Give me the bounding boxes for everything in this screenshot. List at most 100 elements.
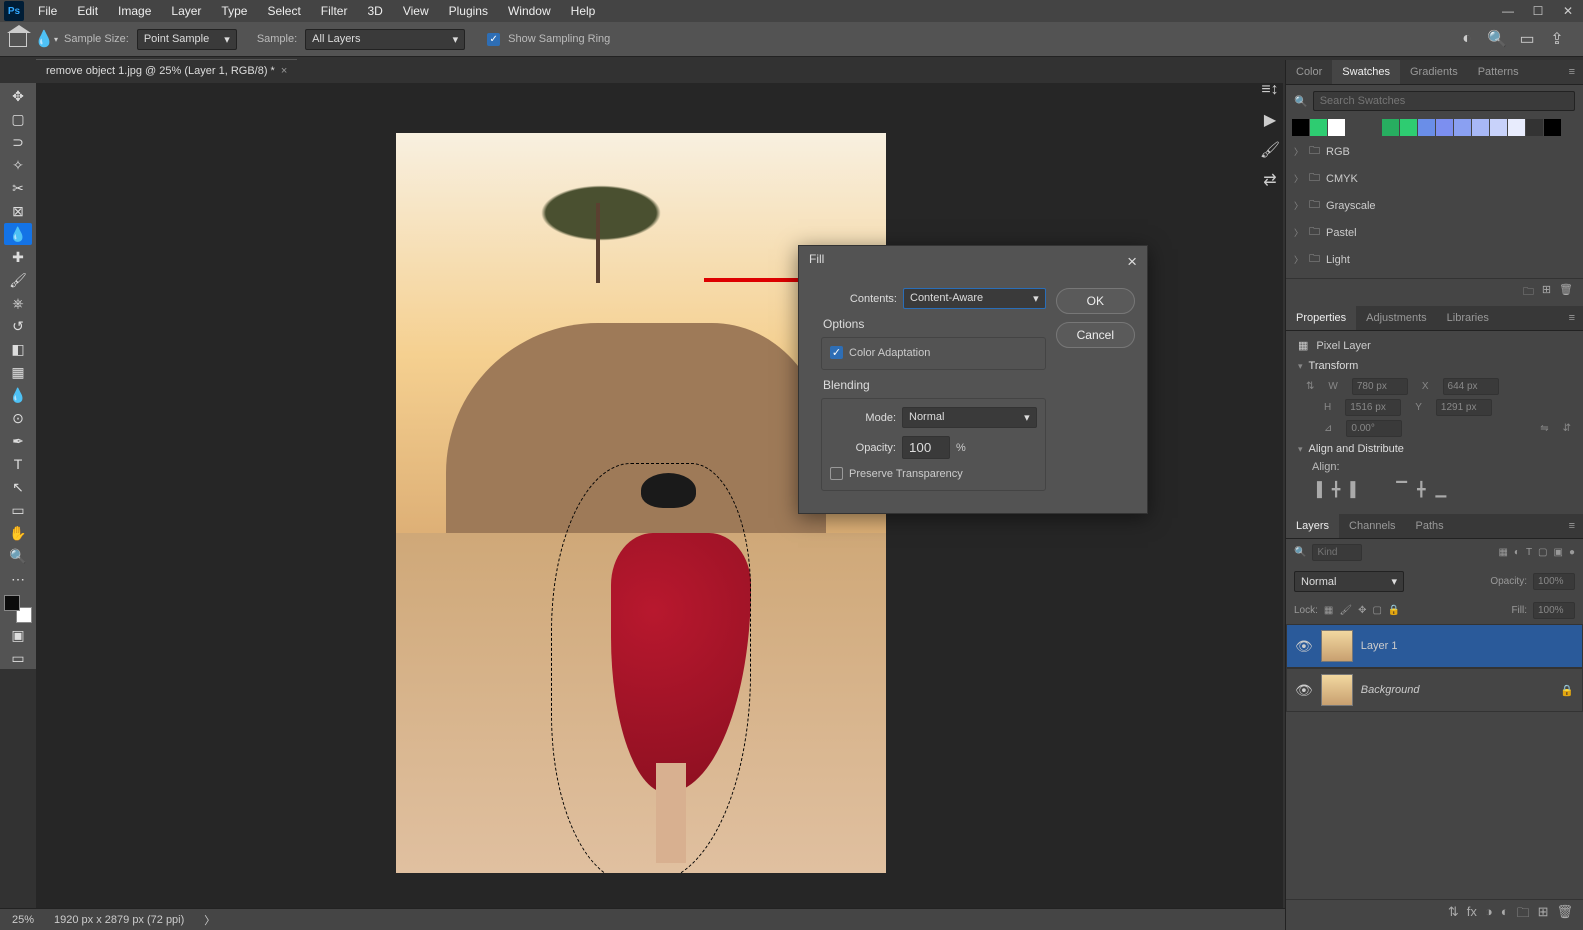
angle-input[interactable] xyxy=(1346,420,1402,437)
layer-fx-icon[interactable]: fx xyxy=(1467,904,1477,926)
tab-adjustments[interactable]: Adjustments xyxy=(1356,306,1437,330)
healing-tool[interactable]: ✚ xyxy=(4,246,32,268)
lock-artboard-icon[interactable]: ▢ xyxy=(1372,605,1381,616)
dodge-tool[interactable]: ⊙ xyxy=(4,407,32,429)
swatch[interactable] xyxy=(1472,119,1489,136)
y-input[interactable] xyxy=(1436,399,1492,416)
adjustment-layer-icon[interactable]: ◐ xyxy=(1501,904,1509,926)
swatch[interactable] xyxy=(1508,119,1525,136)
brushes-panel-icon[interactable]: 🖌 xyxy=(1260,140,1280,160)
flip-h-icon[interactable]: ⇋ xyxy=(1540,423,1548,434)
tab-patterns[interactable]: Patterns xyxy=(1468,60,1529,84)
doc-info[interactable]: 1920 px x 2879 px (72 ppi) xyxy=(54,914,184,926)
blur-tool[interactable]: 💧 xyxy=(4,384,32,406)
close-button[interactable]: ✕ xyxy=(1553,0,1583,22)
menu-window[interactable]: Window xyxy=(498,0,561,22)
close-tab-icon[interactable]: × xyxy=(281,65,287,77)
edit-toolbar[interactable]: ⋯ xyxy=(4,568,32,590)
actions-panel-icon[interactable]: ▶ xyxy=(1260,110,1280,130)
sample-dropdown[interactable]: All Layers▾ xyxy=(305,29,465,50)
tab-layers[interactable]: Layers xyxy=(1286,514,1339,538)
menu-edit[interactable]: Edit xyxy=(67,0,108,22)
opacity-input[interactable] xyxy=(902,436,950,459)
filter-pixel-icon[interactable]: ▦ xyxy=(1498,547,1507,558)
mode-dropdown[interactable]: Normal▾ xyxy=(902,407,1037,428)
align-center-v-icon[interactable]: ╋ xyxy=(1417,481,1425,498)
layer-opacity-input[interactable] xyxy=(1533,573,1575,590)
layer-thumb[interactable] xyxy=(1321,630,1353,662)
history-brush-tool[interactable]: ↺ xyxy=(4,315,32,337)
filter-toggle-icon[interactable]: ● xyxy=(1569,547,1575,558)
layer-row[interactable]: 👁 Layer 1 xyxy=(1286,624,1583,668)
align-center-h-icon[interactable]: ╋ xyxy=(1332,481,1340,498)
filter-adjust-icon[interactable]: ◐ xyxy=(1514,547,1520,558)
new-swatch-icon[interactable]: ⊞ xyxy=(1542,283,1551,302)
menu-help[interactable]: Help xyxy=(561,0,606,22)
tab-swatches[interactable]: Swatches xyxy=(1332,60,1400,84)
screen-mode-tool[interactable]: ▭ xyxy=(4,647,32,669)
swatch[interactable] xyxy=(1328,119,1345,136)
panel-menu-icon[interactable]: ≡ xyxy=(1561,60,1583,84)
tab-color[interactable]: Color xyxy=(1286,60,1332,84)
quick-mask-tool[interactable]: ▣ xyxy=(4,624,32,646)
menu-image[interactable]: Image xyxy=(108,0,161,22)
folder-icon[interactable]: 🗀 xyxy=(1523,283,1534,302)
eraser-tool[interactable]: ◧ xyxy=(4,338,32,360)
width-input[interactable] xyxy=(1352,378,1408,395)
status-caret[interactable]: 〉 xyxy=(204,912,215,928)
clone-tool[interactable]: ⎈ xyxy=(4,292,32,314)
home-button[interactable] xyxy=(8,29,28,49)
zoom-level[interactable]: 25% xyxy=(12,914,34,926)
swatch-folder[interactable]: 〉🗀Light xyxy=(1294,246,1575,273)
visibility-icon[interactable]: 👁 xyxy=(1295,638,1313,655)
layer-kind-filter[interactable] xyxy=(1312,544,1362,561)
menu-layer[interactable]: Layer xyxy=(161,0,211,22)
type-tool[interactable]: T xyxy=(4,453,32,475)
swatch[interactable] xyxy=(1454,119,1471,136)
swatch[interactable] xyxy=(1418,119,1435,136)
show-sampling-checkbox[interactable]: ✓ xyxy=(487,33,500,46)
marquee-tool[interactable]: ▢ xyxy=(4,108,32,130)
swatch-folder[interactable]: 〉🗀CMYK xyxy=(1294,165,1575,192)
pen-tool[interactable]: ✒ xyxy=(4,430,32,452)
visibility-icon[interactable]: 👁 xyxy=(1295,682,1313,699)
crop-tool[interactable]: ✂ xyxy=(4,177,32,199)
menu-select[interactable]: Select xyxy=(257,0,310,22)
cloud-icon[interactable]: ◐ xyxy=(1457,29,1477,49)
panel-menu-icon[interactable]: ≡ xyxy=(1561,306,1583,330)
lock-position-icon[interactable]: ✥ xyxy=(1358,605,1366,616)
swatch[interactable] xyxy=(1292,119,1309,136)
swatch-search-input[interactable] xyxy=(1313,91,1575,111)
swatch[interactable] xyxy=(1382,119,1399,136)
dialog-close-button[interactable]: × xyxy=(1127,252,1137,272)
swatch[interactable] xyxy=(1544,119,1561,136)
history-panel-icon[interactable]: ≡↕ xyxy=(1260,80,1280,100)
filter-icon[interactable]: 🔍 xyxy=(1294,547,1306,558)
brush-tool[interactable]: 🖌 xyxy=(4,269,32,291)
frame-tool[interactable]: ⊠ xyxy=(4,200,32,222)
adjust-panel-icon[interactable]: ⇄ xyxy=(1260,170,1280,190)
zoom-tool[interactable]: 🔍 xyxy=(4,545,32,567)
lock-pixels-icon[interactable]: ▦ xyxy=(1324,605,1333,616)
move-tool[interactable]: ✥ xyxy=(4,85,32,107)
align-top-icon[interactable]: ▔ xyxy=(1396,481,1407,498)
tab-channels[interactable]: Channels xyxy=(1339,514,1405,538)
cancel-button[interactable]: Cancel xyxy=(1056,322,1135,348)
tool-indicator-icon[interactable]: 💧▾ xyxy=(36,29,56,49)
preserve-transparency-checkbox[interactable] xyxy=(830,467,843,480)
filter-type-icon[interactable]: T xyxy=(1526,547,1532,558)
filter-shape-icon[interactable]: ▢ xyxy=(1538,547,1547,558)
align-left-icon[interactable]: ▐ xyxy=(1312,481,1322,498)
fill-input[interactable] xyxy=(1533,602,1575,619)
panel-menu-icon[interactable]: ≡ xyxy=(1561,514,1583,538)
gradient-tool[interactable]: ▦ xyxy=(4,361,32,383)
menu-3d[interactable]: 3D xyxy=(357,0,392,22)
layer-name[interactable]: Layer 1 xyxy=(1361,640,1398,652)
workspace-icon[interactable]: ▭ xyxy=(1517,29,1537,49)
blend-mode-dropdown[interactable]: Normal▾ xyxy=(1294,571,1404,592)
new-layer-icon[interactable]: ⊞ xyxy=(1538,904,1549,926)
lock-all-icon[interactable]: 🔒 xyxy=(1388,605,1400,616)
menu-plugins[interactable]: Plugins xyxy=(439,0,498,22)
layer-row[interactable]: 👁Background🔒 xyxy=(1286,668,1583,712)
layer-mask-icon[interactable]: ◑ xyxy=(1485,904,1493,926)
